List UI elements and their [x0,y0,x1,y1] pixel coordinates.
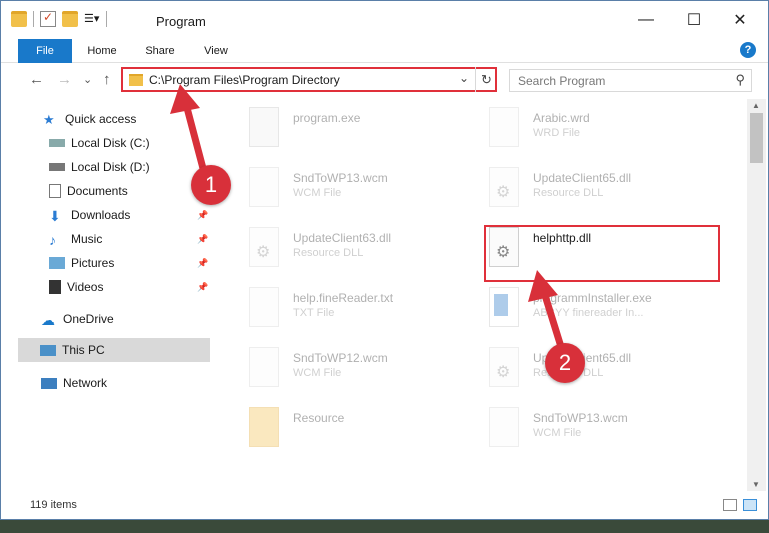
annotation-badge-2: 2 [545,343,585,383]
arrow-1 [170,84,209,180]
annotation-badge-1: 1 [191,165,231,205]
annotation-arrows [170,84,566,354]
arrow-2 [528,270,566,354]
